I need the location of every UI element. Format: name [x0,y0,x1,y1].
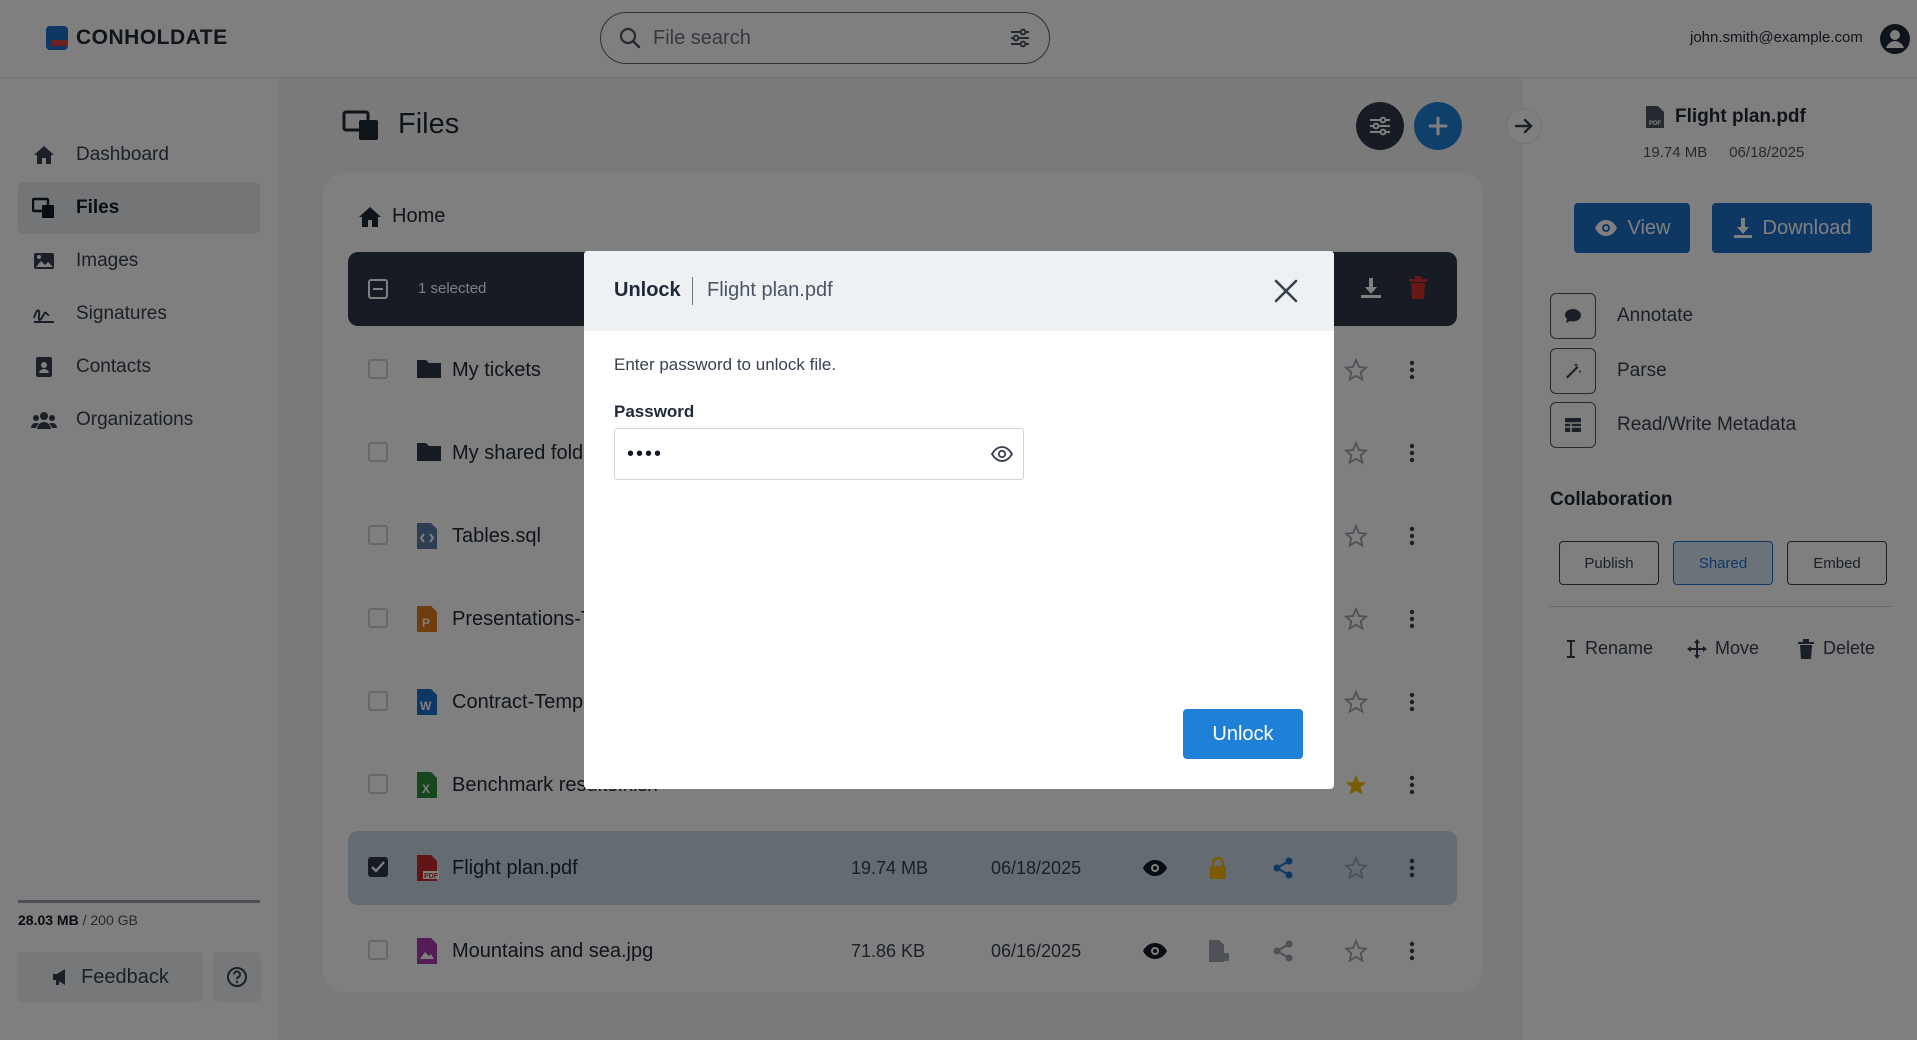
unlock-button[interactable]: Unlock [1183,709,1303,759]
password-label: Password [614,402,695,421]
dialog-title: Unlock [614,279,681,301]
dialog-header: Unlock Flight plan.pdf [584,251,1334,331]
close-icon[interactable] [1270,275,1302,307]
dialog-file-name: Flight plan.pdf [707,279,833,301]
password-field[interactable]: •••• [614,428,1024,480]
unlock-dialog: Unlock Flight plan.pdf Enter password to… [584,251,1334,789]
title-separator [692,277,693,305]
show-password-icon[interactable] [991,444,1013,464]
dialog-message: Enter password to unlock file. [614,355,837,374]
password-value[interactable]: •••• [627,443,663,466]
